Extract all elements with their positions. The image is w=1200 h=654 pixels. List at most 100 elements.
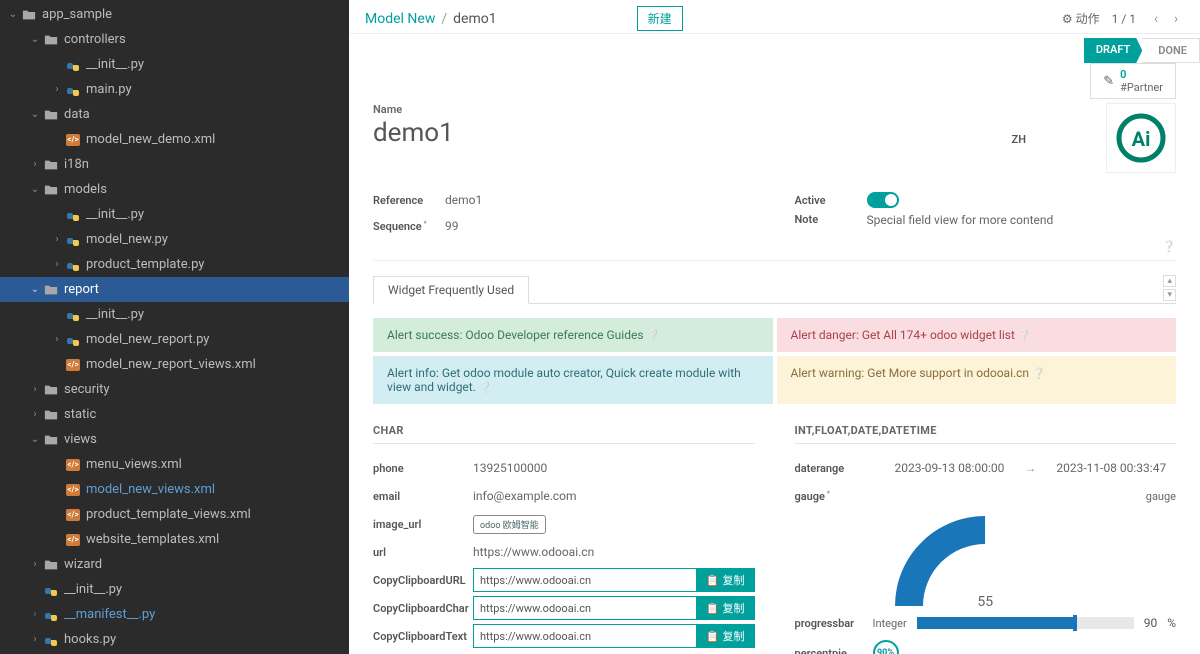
chevron-icon: › — [50, 259, 64, 270]
chevron-icon: ⌄ — [28, 284, 42, 295]
email-value[interactable]: info@example.com — [473, 489, 755, 503]
breadcrumb-current: demo1 — [453, 11, 496, 27]
tree-item-controllers[interactable]: ⌄ controllers — [0, 27, 349, 52]
url-value[interactable]: https://www.odooai.cn — [473, 545, 755, 559]
folder-icon — [42, 408, 60, 422]
tree-item-model-new-views-xml[interactable]: model_new_views.xml — [0, 477, 349, 502]
chevron-icon: › — [50, 84, 64, 95]
tree-item---init---py[interactable]: __init__.py — [0, 202, 349, 227]
tree-item-data[interactable]: ⌄data — [0, 102, 349, 127]
folder-icon — [42, 558, 60, 572]
folder-icon — [42, 158, 60, 172]
tree-item-product-template-views-xml[interactable]: product_template_views.xml — [0, 502, 349, 527]
stat-partner-button[interactable]: ✎ 0 #Partner — [1090, 63, 1176, 99]
tree-item-report[interactable]: ⌄report — [0, 277, 349, 302]
daterange-from[interactable]: 2023-09-13 08:00:00 — [895, 461, 1005, 475]
gauge-value: 55 — [895, 594, 1075, 606]
tree-item-security[interactable]: ›security — [0, 377, 349, 402]
gear-icon: ⚙ — [1062, 12, 1073, 26]
alert-success[interactable]: Alert success: Odoo Developer reference … — [373, 318, 773, 352]
new-button[interactable]: 新建 — [637, 6, 683, 31]
tree-item-label: views — [64, 432, 97, 447]
note-value[interactable]: Special field view for more contend — [867, 213, 1177, 227]
chevron-icon: › — [50, 234, 64, 245]
reference-value[interactable]: demo1 — [445, 193, 755, 207]
copy-icon: 📋 — [706, 574, 720, 587]
python-file-icon — [42, 633, 60, 647]
folder-icon — [42, 383, 60, 397]
copy-text-button[interactable]: 📋复制 — [696, 624, 755, 648]
pager-next-icon[interactable]: › — [1168, 11, 1184, 27]
copy-url-input[interactable] — [473, 568, 696, 592]
folder-icon — [42, 108, 60, 122]
alert-danger[interactable]: Alert danger: Get All 174+ odoo widget l… — [777, 318, 1177, 352]
tree-item---init---py[interactable]: __init__.py — [0, 302, 349, 327]
copy-text-input[interactable] — [473, 624, 696, 648]
tree-item-label: model_new_demo.xml — [86, 132, 215, 147]
language-badge[interactable]: ZH — [1012, 103, 1026, 146]
tab-scroll-down-icon[interactable]: ▾ — [1163, 289, 1176, 301]
tree-item---init---py[interactable]: __init__.py — [0, 52, 349, 77]
tree-item-label: static — [64, 407, 96, 422]
tree-item-i18n[interactable]: ›i18n — [0, 152, 349, 177]
tree-item-hooks-py[interactable]: ›hooks.py — [0, 627, 349, 652]
python-file-icon — [64, 58, 82, 72]
tree-item-label: __init__.py — [86, 57, 144, 72]
tree-item-label: app_sample — [42, 7, 112, 22]
tree-item-model-new-report-views-xml[interactable]: model_new_report_views.xml — [0, 352, 349, 377]
breadcrumb-link[interactable]: Model New — [365, 11, 435, 27]
sequence-value[interactable]: 99 — [445, 219, 755, 233]
chevron-icon: ⌄ — [28, 184, 42, 195]
python-file-icon — [64, 83, 82, 97]
tree-item-model-new-demo-xml[interactable]: model_new_demo.xml — [0, 127, 349, 152]
progressbar-track[interactable] — [917, 617, 1134, 629]
xml-file-icon — [64, 134, 82, 146]
reference-label: Reference — [373, 194, 445, 207]
alert-info[interactable]: Alert info: Get odoo module auto creator… — [373, 356, 773, 404]
chevron-icon: ⌄ — [28, 34, 42, 45]
tree-item-label: product_template.py — [86, 257, 204, 272]
breadcrumb: Model New / demo1 — [365, 11, 497, 27]
active-toggle[interactable] — [867, 192, 899, 208]
tree-item-main-py[interactable]: › main.py — [0, 77, 349, 102]
tree-item-label: __manifest__.py — [64, 607, 155, 622]
odoo-badge[interactable]: odoo 欧姆智能 — [473, 515, 546, 534]
logo-placeholder[interactable]: Ai — [1106, 103, 1176, 173]
copy-url-button[interactable]: 📋复制 — [696, 568, 755, 592]
tree-item---init---py[interactable]: __init__.py — [0, 577, 349, 602]
tab-widget-frequently-used[interactable]: Widget Frequently Used — [373, 276, 529, 304]
tree-item-views[interactable]: ⌄views — [0, 427, 349, 452]
arrow-right-icon: → — [1024, 461, 1036, 475]
tree-item-website-templates-xml[interactable]: website_templates.xml — [0, 527, 349, 552]
tree-item-label: controllers — [64, 32, 126, 47]
tree-item-model-new-report-py[interactable]: ›model_new_report.py — [0, 327, 349, 352]
tree-item-product-template-py[interactable]: › product_template.py — [0, 252, 349, 277]
section-char-title: CHAR — [373, 424, 755, 444]
daterange-to[interactable]: 2023-11-08 00:33:47 — [1056, 461, 1166, 475]
name-value[interactable]: demo1 — [373, 118, 1012, 148]
python-file-icon — [64, 233, 82, 247]
tree-item-model-new-py[interactable]: ›model_new.py — [0, 227, 349, 252]
tree-item-menu-views-xml[interactable]: menu_views.xml — [0, 452, 349, 477]
folder-icon — [42, 33, 60, 47]
xml-file-icon — [64, 534, 82, 546]
alert-warning[interactable]: Alert warning: Get More support in odooa… — [777, 356, 1177, 404]
action-menu[interactable]: ⚙ 动作 — [1062, 10, 1100, 27]
copy-text-label: CopyClipboardText — [373, 630, 473, 643]
help-icon[interactable]: ❔ — [1162, 240, 1176, 253]
tree-item-static[interactable]: ›static — [0, 402, 349, 427]
tree-item-label: main.py — [86, 82, 132, 97]
status-done[interactable]: DONE — [1142, 38, 1200, 63]
copy-char-input[interactable] — [473, 596, 696, 620]
tree-item-wizard[interactable]: ›wizard — [0, 552, 349, 577]
phone-value[interactable]: 13925100000 — [473, 461, 755, 475]
tree-item-models[interactable]: ⌄models — [0, 177, 349, 202]
tree-item-app-sample[interactable]: ⌄app_sample — [0, 2, 349, 27]
tree-item---manifest---py[interactable]: ›__manifest__.py — [0, 602, 349, 627]
copy-char-button[interactable]: 📋复制 — [696, 596, 755, 620]
pager-prev-icon[interactable]: ‹ — [1148, 11, 1164, 27]
tab-scroll-up-icon[interactable]: ▴ — [1163, 275, 1176, 287]
help-icon: ❔ — [1018, 329, 1032, 342]
copy-icon: 📋 — [706, 602, 720, 615]
status-draft[interactable]: DRAFT — [1084, 38, 1142, 63]
